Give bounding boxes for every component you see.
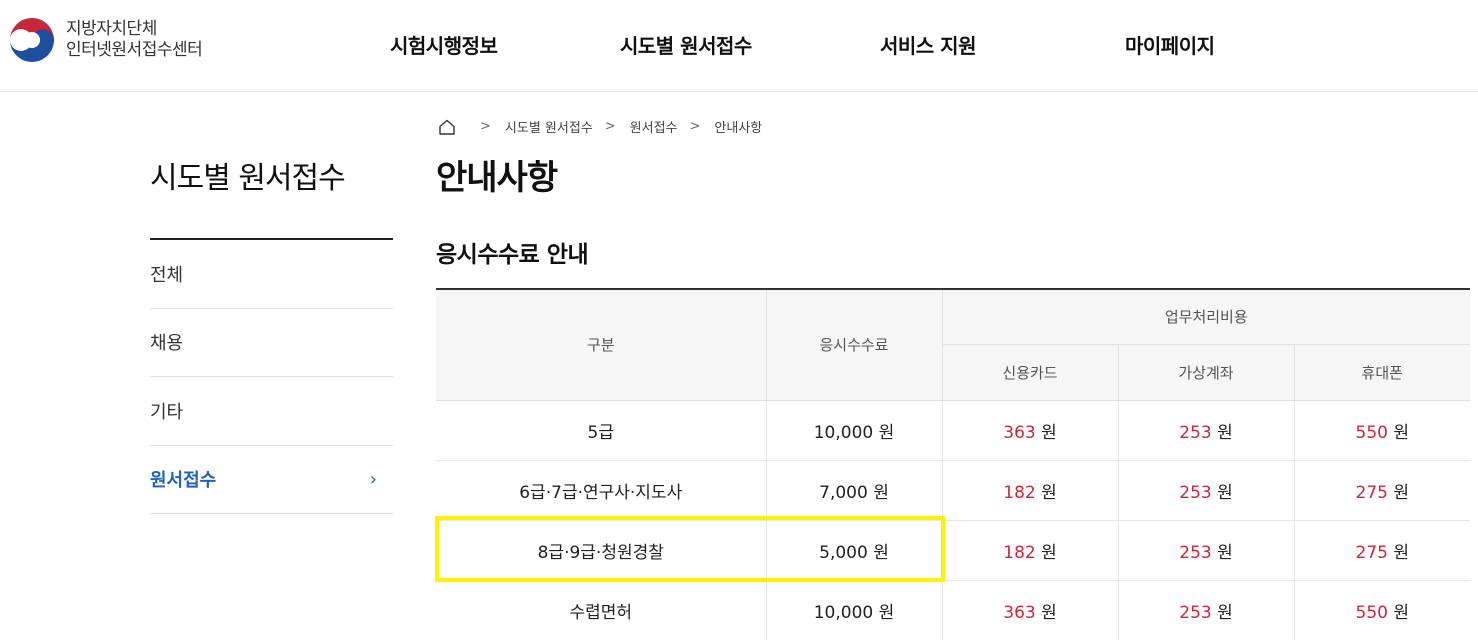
sidebar-item-label: 전체 <box>150 264 184 286</box>
chevron-right-icon: › <box>369 468 377 490</box>
sidebar-item-label: 원서접수 <box>150 470 217 492</box>
card-cost-value: 363 <box>1003 602 1036 623</box>
sidebar-item-application[interactable]: 원서접수 › <box>150 446 393 514</box>
account-cost-value: 253 <box>1179 422 1212 443</box>
site-logo[interactable]: 지방자치단체 인터넷원서접수센터 <box>8 16 203 64</box>
unit-label: 원 <box>1393 542 1409 563</box>
sidebar-menu: 전체 채용 기타 원서접수 › <box>150 240 393 514</box>
unit-label: 원 <box>1217 482 1233 503</box>
cell-phone-cost: 550 원 <box>1293 399 1471 461</box>
table-header-row: 구분 응시수수료 업무처리비용 <box>436 288 1471 401</box>
cell-card-cost: 182 원 <box>941 519 1119 581</box>
home-icon[interactable] <box>438 118 456 136</box>
nav-exam-info[interactable]: 시험시행정보 <box>390 30 498 59</box>
header-virtual-account: 가상계좌 <box>1117 343 1295 401</box>
cell-category: 8급·9급·청원경찰 <box>436 519 767 581</box>
nav-mypage[interactable]: 마이페이지 <box>1125 30 1215 59</box>
section-title: 응시수수료 안내 <box>436 242 589 268</box>
sidebar-item-all[interactable]: 전체 <box>150 240 393 309</box>
cell-card-cost: 363 원 <box>941 399 1119 461</box>
header-credit-card: 신용카드 <box>942 343 1119 401</box>
account-cost-value: 253 <box>1179 542 1212 563</box>
breadcrumb-separator: > <box>480 119 491 134</box>
cell-category: 5급 <box>436 399 767 461</box>
phone-cost-value: 275 <box>1355 542 1388 563</box>
unit-label: 원 <box>1393 422 1409 443</box>
phone-cost-value: 550 <box>1355 422 1388 443</box>
table-row: 8급·9급·청원경찰 5,000 원 182 원 253 원 275 원 <box>436 519 1471 581</box>
card-cost-value: 182 <box>1003 542 1036 563</box>
card-cost-value: 363 <box>1003 422 1036 443</box>
sidebar-item-label: 기타 <box>150 401 184 423</box>
header-category: 구분 <box>436 288 767 401</box>
unit-label: 원 <box>1041 482 1057 503</box>
phone-cost-value: 550 <box>1355 602 1388 623</box>
cell-exam-fee: 10,000 원 <box>765 579 943 640</box>
unit-label: 원 <box>1393 482 1409 503</box>
unit-label: 원 <box>1217 422 1233 443</box>
unit-label: 원 <box>1217 542 1233 563</box>
breadcrumb-item-application[interactable]: 원서접수 <box>630 117 678 136</box>
account-cost-value: 253 <box>1179 602 1212 623</box>
breadcrumb-item-regional[interactable]: 시도별 원서접수 <box>505 117 593 136</box>
cell-category: 6급·7급·연구사·지도사 <box>436 459 767 521</box>
sidebar-item-recruitment[interactable]: 채용 <box>150 309 393 377</box>
cell-phone-cost: 550 원 <box>1293 579 1471 640</box>
cell-phone-cost: 275 원 <box>1293 459 1471 521</box>
cell-account-cost: 253 원 <box>1117 579 1295 640</box>
account-cost-value: 253 <box>1179 482 1212 503</box>
card-cost-value: 182 <box>1003 482 1036 503</box>
cell-phone-cost: 275 원 <box>1293 519 1471 581</box>
logo-text: 지방자치단체 인터넷원서접수센터 <box>66 19 203 61</box>
phone-cost-value: 275 <box>1355 482 1388 503</box>
cell-exam-fee: 10,000 원 <box>765 399 943 461</box>
breadcrumb-item-notice[interactable]: 안내사항 <box>714 117 762 136</box>
cell-card-cost: 363 원 <box>941 579 1119 640</box>
cell-exam-fee: 5,000 원 <box>765 519 943 581</box>
cell-exam-fee: 7,000 원 <box>765 459 943 521</box>
taegeuk-emblem-icon <box>10 18 54 62</box>
breadcrumb-separator: > <box>689 119 701 134</box>
unit-label: 원 <box>1041 602 1057 623</box>
sidebar-item-other[interactable]: 기타 <box>150 377 393 446</box>
cell-account-cost: 253 원 <box>1117 519 1295 581</box>
unit-label: 원 <box>1217 602 1233 623</box>
unit-label: 원 <box>1041 422 1057 443</box>
header-exam-fee: 응시수수료 <box>765 288 943 401</box>
site-header: 지방자치단체 인터넷원서접수센터 시험시행정보 시도별 원서접수 서비스 지원 … <box>0 0 1478 92</box>
page-title: 안내사항 <box>436 158 558 198</box>
unit-label: 원 <box>1393 602 1409 623</box>
sidebar-item-label: 채용 <box>150 333 184 355</box>
header-mobile-phone: 휴대폰 <box>1293 343 1471 401</box>
logo-line-2: 인터넷원서접수센터 <box>66 40 203 60</box>
nav-service-support[interactable]: 서비스 지원 <box>880 30 976 59</box>
table-row: 수렵면허 10,000 원 363 원 253 원 550 원 <box>436 579 1471 640</box>
cell-card-cost: 182 원 <box>941 459 1119 521</box>
cell-account-cost: 253 원 <box>1117 459 1295 521</box>
cell-category: 수렵면허 <box>436 579 767 640</box>
table-row: 6급·7급·연구사·지도사 7,000 원 182 원 253 원 275 원 <box>436 459 1471 521</box>
fee-table: 구분 응시수수료 업무처리비용 신용카드 가상계좌 휴대폰 5급 10,000 … <box>436 288 1471 640</box>
breadcrumb: > 시도별 원서접수 > 원서접수 > 안내사항 <box>438 117 762 136</box>
logo-line-1: 지방자치단체 <box>66 19 157 39</box>
cell-account-cost: 253 원 <box>1117 399 1295 461</box>
breadcrumb-separator: > <box>604 119 616 134</box>
sidebar-title: 시도별 원서접수 <box>150 161 346 196</box>
header-processing-cost: 업무처리비용 <box>941 288 1471 345</box>
unit-label: 원 <box>1041 542 1057 563</box>
table-row: 5급 10,000 원 363 원 253 원 550 원 <box>436 399 1471 461</box>
nav-regional-application[interactable]: 시도별 원서접수 <box>620 30 752 59</box>
